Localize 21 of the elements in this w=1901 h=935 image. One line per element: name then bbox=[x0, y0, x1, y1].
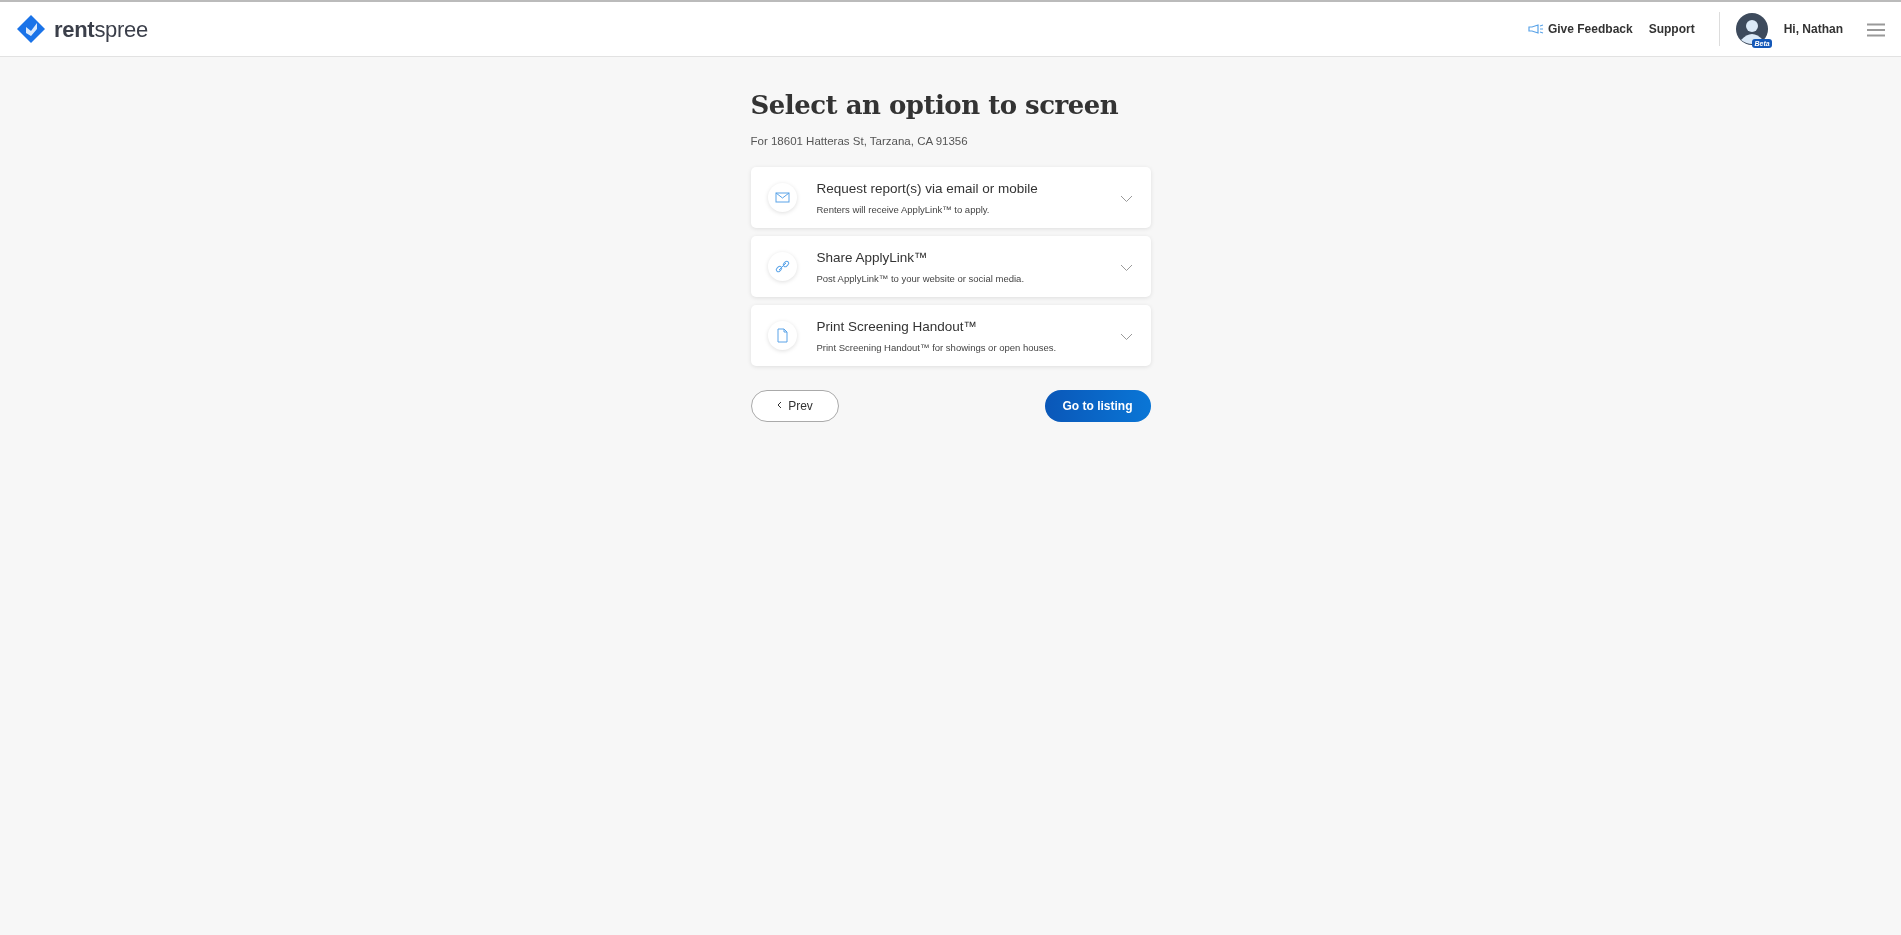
option-title: Share ApplyLink™ bbox=[816, 248, 929, 267]
avatar-icon[interactable] bbox=[1735, 13, 1768, 45]
go-to-listing-button[interactable]: Go to listing bbox=[1044, 390, 1151, 423]
option-card[interactable]: Print Screening Handout™ Print Screening Handout™ for showings or open houses. bbox=[750, 305, 1151, 367]
chevron-left-icon bbox=[776, 401, 783, 410]
logo-icon bbox=[16, 14, 46, 44]
support-link[interactable]: Support bbox=[1648, 20, 1695, 38]
page-title: Select an option to screen bbox=[750, 90, 1120, 122]
option-description: Renters will receive ApplyLink™ to apply. bbox=[816, 202, 991, 217]
address-text: For 18601 Hatteras St, Tarzana, CA 91356 bbox=[750, 134, 969, 150]
option-description: Post ApplyLink™ to your website or social media. bbox=[816, 271, 1025, 286]
option-card[interactable]: Request report(s) via email or mobile Renters will receive ApplyLink™ to apply. bbox=[750, 167, 1151, 229]
option-description: Print Screening Handout™ for showings or open houses. bbox=[816, 340, 1058, 355]
logo-wordmark[interactable]: rentspree bbox=[54, 12, 148, 46]
option-title: Request report(s) via email or mobile bbox=[816, 179, 1039, 198]
give-feedback-link[interactable]: Give Feedback bbox=[1527, 20, 1633, 38]
megaphone-icon bbox=[1527, 24, 1544, 34]
option-title: Print Screening Handout™ bbox=[816, 317, 979, 336]
user-greeting[interactable]: Hi, Nathan bbox=[1783, 20, 1843, 38]
prev-button[interactable]: Prev bbox=[750, 390, 839, 423]
option-card[interactable]: Share ApplyLink™ Post ApplyLink™ to your website or social media. bbox=[750, 236, 1151, 298]
